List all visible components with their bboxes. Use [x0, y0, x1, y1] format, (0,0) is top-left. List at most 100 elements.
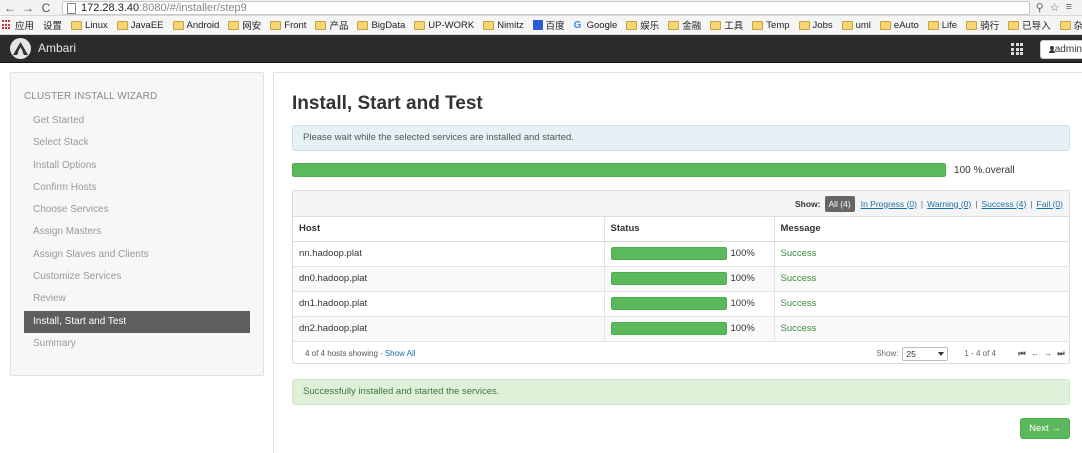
host-message-link[interactable]: Success	[781, 273, 817, 284]
bookmark-item[interactable]: Front	[270, 20, 306, 31]
bookmark-label: 应用	[15, 21, 35, 32]
bookmark-label: Google	[586, 19, 618, 31]
filter-show-label: Show:	[795, 198, 821, 209]
back-icon[interactable]: ←	[2, 1, 18, 15]
last-page-icon[interactable]: ⏭	[1057, 349, 1065, 359]
bookmark-label: Nimitz	[497, 19, 524, 31]
table-row: nn.hadoop.plat 100% Success	[293, 241, 1069, 267]
host-progress-fill	[610, 247, 727, 260]
bookmark-item[interactable]: 网安	[228, 18, 261, 32]
filter-separator: |	[1030, 198, 1033, 209]
bookmarks-bar: 应用 设置 Linux JavaEE Android 网安 Front 产品 BigData UP…	[0, 16, 1082, 35]
reload-icon[interactable]: C	[38, 1, 54, 15]
user-name: admin	[1054, 44, 1082, 55]
wizard-step[interactable]: Get Started	[24, 110, 250, 132]
menu-icon[interactable]: ≡	[1066, 1, 1072, 14]
bookmark-item[interactable]: 骑行	[966, 18, 999, 32]
bookmark-item[interactable]: 金融	[668, 18, 701, 32]
host-message-link[interactable]: Success	[781, 298, 817, 309]
status-filter-bar: Show: All (4) In Progress (0) | Warning …	[293, 191, 1069, 217]
filter-separator: |	[975, 198, 978, 209]
bookmark-item[interactable]: JavaEE	[116, 20, 164, 31]
wizard-step[interactable]: Review	[24, 288, 250, 310]
bookmark-item[interactable]: Nimitz	[483, 19, 524, 31]
bookmark-item[interactable]: Linux	[71, 20, 108, 31]
bookmark-item[interactable]: 杂	[1059, 18, 1082, 32]
status-cell: 100%	[604, 241, 775, 267]
star-icon[interactable]: ☆	[1050, 1, 1060, 14]
host-message-link[interactable]: Success	[781, 323, 817, 334]
host-progress-fill	[610, 272, 727, 285]
wizard-steps: Get Started Select Stack Install Options Co…	[11, 110, 263, 355]
bookmark-item[interactable]: 百度	[532, 18, 565, 32]
bookmark-item[interactable]: Life	[927, 20, 957, 31]
bookmark-item[interactable]: BigData	[357, 20, 405, 31]
page-size-select[interactable]: 25	[902, 346, 949, 361]
wizard-step[interactable]: Install Options	[24, 155, 250, 177]
bookmark-item[interactable]: Android	[172, 20, 219, 31]
bookmark-label: 娱乐	[640, 21, 660, 32]
prev-page-icon[interactable]: ←	[1031, 349, 1039, 359]
user-menu-button[interactable]: admin	[1040, 40, 1082, 59]
message-cell: Success	[774, 316, 1069, 342]
host-name-cell: dn2.hadoop.plat	[293, 316, 605, 342]
brand-name[interactable]: Ambari	[38, 41, 76, 55]
address-bar[interactable]: 172.28.3.40:8080/#/installer/step9	[62, 1, 1030, 15]
bookmark-item[interactable]: 已导入	[1008, 18, 1051, 32]
bookmark-item[interactable]: 产品	[315, 18, 348, 32]
pin-icon[interactable]: ⚲	[1036, 1, 1044, 14]
host-progress-bar	[610, 297, 727, 310]
first-page-icon[interactable]: ⏮	[1018, 349, 1026, 359]
browser-actions: ⚲ ☆ ≡	[1036, 1, 1072, 14]
host-progress-label: 100%	[730, 323, 755, 334]
filter-fail[interactable]: Fail (0)	[1037, 199, 1063, 209]
bookmark-item[interactable]: 应用	[2, 18, 34, 32]
filter-warning[interactable]: Warning (0)	[927, 199, 971, 209]
host-message-link[interactable]: Success	[781, 248, 817, 259]
header-host: Host	[293, 217, 605, 242]
app-navbar: Ambari admin	[0, 35, 1082, 63]
wizard-step[interactable]: Customize Services	[24, 266, 250, 288]
host-progress-bar	[610, 322, 727, 335]
show-all-link[interactable]: Show All	[385, 349, 416, 358]
filter-separator: |	[920, 198, 924, 209]
filter-in-progress[interactable]: In Progress (0)	[861, 199, 917, 209]
forward-icon[interactable]: →	[20, 1, 36, 15]
hosts-showing-text: 4 of 4 hosts showing -	[305, 349, 383, 358]
views-grid-icon[interactable]	[1011, 43, 1023, 55]
hosts-table: Host Status Message nn.hadoop.plat 100% Su…	[293, 217, 1069, 342]
filter-success[interactable]: Success (4)	[981, 199, 1026, 209]
wizard-step[interactable]: Summary	[24, 333, 250, 355]
wizard-step[interactable]: Assign Masters	[24, 221, 250, 243]
bookmark-label: 骑行	[980, 21, 1000, 32]
bookmark-item[interactable]: G Google	[574, 20, 618, 31]
bookmark-label: 工具	[724, 21, 744, 32]
wizard-step[interactable]: Install, Start and Test	[24, 310, 250, 333]
bookmark-item[interactable]: 设置	[43, 18, 62, 32]
bookmark-item[interactable]: UP-WORK	[414, 20, 474, 31]
ambari-logo-icon[interactable]	[10, 38, 31, 59]
bookmark-item[interactable]: Jobs	[798, 20, 833, 31]
bookmark-item[interactable]: eAuto	[879, 20, 919, 31]
wizard-step[interactable]: Select Stack	[24, 132, 250, 154]
table-row: dn0.hadoop.plat 100% Success	[293, 266, 1069, 292]
wizard-step[interactable]: Choose Services	[24, 199, 250, 221]
bookmark-item[interactable]: 娱乐	[626, 18, 659, 32]
folder-icon	[483, 20, 495, 30]
wizard-sidebar: CLUSTER INSTALL WIZARD Get Started Select…	[10, 72, 264, 376]
status-cell: 100%	[604, 291, 775, 317]
url-path: :8080/#/installer/step9	[139, 2, 247, 14]
next-page-icon[interactable]: →	[1044, 349, 1052, 359]
page-range: 1 - 4 of 4	[964, 349, 996, 358]
bookmark-label: 金融	[682, 21, 702, 32]
filter-all[interactable]: All (4)	[824, 195, 855, 212]
wizard-step[interactable]: Confirm Hosts	[24, 177, 250, 199]
folder-icon	[798, 20, 810, 30]
wizard-step[interactable]: Assign Slaves and Clients	[24, 244, 250, 266]
next-button[interactable]: Next →	[1020, 418, 1070, 439]
overall-progress-fill	[292, 163, 946, 177]
bookmark-item[interactable]: Temp	[752, 20, 790, 31]
bookmark-item[interactable]: 工具	[710, 18, 743, 32]
host-status-table: Show: All (4) In Progress (0) | Warning …	[292, 190, 1070, 364]
bookmark-item[interactable]: uml	[841, 20, 871, 31]
